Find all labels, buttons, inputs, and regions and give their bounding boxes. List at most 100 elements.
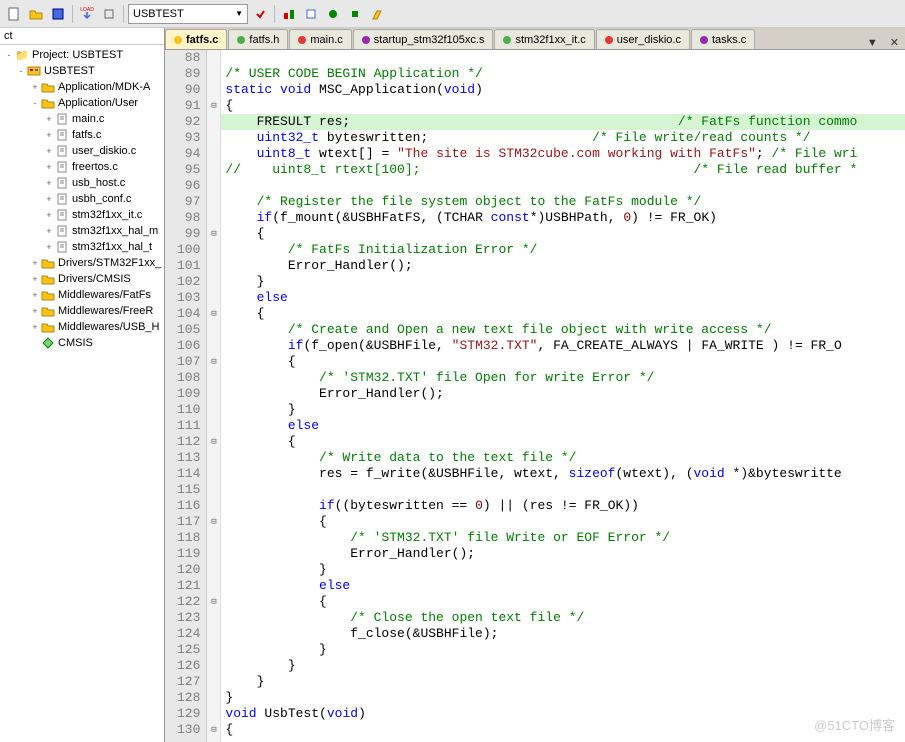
code-line[interactable]: Error_Handler(); [221, 546, 905, 562]
code-line[interactable]: { [221, 226, 905, 242]
code-line[interactable]: Error_Handler(); [221, 386, 905, 402]
code-line[interactable]: void UsbTest(void) [221, 706, 905, 722]
code-line[interactable]: { [221, 594, 905, 610]
expander-icon[interactable]: + [30, 322, 40, 332]
code-line[interactable] [221, 50, 905, 66]
batch-build-icon[interactable] [323, 4, 343, 24]
tree-item[interactable]: +main.c [2, 111, 162, 127]
code-line[interactable]: /* Register the file system object to th… [221, 194, 905, 210]
code-line[interactable]: Error_Handler(); [221, 258, 905, 274]
expander-icon[interactable]: + [30, 290, 40, 300]
code-line[interactable]: if(f_mount(&USBHFatFS, (TCHAR const*)USB… [221, 210, 905, 226]
tools-icon[interactable] [99, 4, 119, 24]
code-editor[interactable]: 8889909192939495969798991001011021031041… [165, 50, 905, 742]
expander-icon[interactable]: - [16, 66, 26, 76]
expander-icon[interactable]: - [4, 50, 14, 60]
code-line[interactable]: uint8_t wtext[] = "The site is STM32cube… [221, 146, 905, 162]
download-icon[interactable]: LOAD [77, 4, 97, 24]
target-combo[interactable]: USBTEST ▼ [128, 4, 248, 24]
expander-icon[interactable]: + [30, 82, 40, 92]
code-line[interactable]: } [221, 274, 905, 290]
fold-marker[interactable]: ⊟ [207, 722, 220, 738]
code-line[interactable]: static void MSC_Application(void) [221, 82, 905, 98]
open-icon[interactable] [26, 4, 46, 24]
tree-item[interactable]: +Drivers/STM32F1xx_ [2, 255, 162, 271]
stop-build-icon[interactable] [345, 4, 365, 24]
tree-target-root[interactable]: - USBTEST [2, 63, 162, 79]
tree-item[interactable]: +user_diskio.c [2, 143, 162, 159]
code-line[interactable]: } [221, 674, 905, 690]
tree-item[interactable]: +freertos.c [2, 159, 162, 175]
code-line[interactable]: res = f_write(&USBHFile, wtext, sizeof(w… [221, 466, 905, 482]
fold-marker[interactable]: ⊟ [207, 306, 220, 322]
expander-icon[interactable]: + [44, 114, 54, 124]
tree-item[interactable]: +fatfs.c [2, 127, 162, 143]
tree-item[interactable]: +Middlewares/FreeR [2, 303, 162, 319]
code-line[interactable]: if(f_open(&USBHFile, "STM32.TXT", FA_CRE… [221, 338, 905, 354]
fold-marker[interactable]: ⊟ [207, 354, 220, 370]
fold-marker[interactable]: ⊟ [207, 434, 220, 450]
tree-item[interactable]: +Application/MDK-A [2, 79, 162, 95]
code-line[interactable]: } [221, 402, 905, 418]
rebuild-icon[interactable] [301, 4, 321, 24]
code-line[interactable] [221, 178, 905, 194]
fold-column[interactable]: ⊟⊟⊟⊟⊟⊟⊟⊟ [207, 50, 221, 742]
expander-icon[interactable]: + [44, 146, 54, 156]
editor-tab[interactable]: main.c [289, 29, 351, 49]
expander-icon[interactable]: + [44, 162, 54, 172]
tree-item[interactable]: +Middlewares/USB_H [2, 319, 162, 335]
tree-item[interactable]: +Middlewares/FatFs [2, 287, 162, 303]
tree-item[interactable]: +usbh_conf.c [2, 191, 162, 207]
tree-item[interactable]: -Application/User [2, 95, 162, 111]
editor-tab[interactable]: stm32f1xx_it.c [494, 29, 594, 49]
code-line[interactable] [221, 482, 905, 498]
code-line[interactable]: /* 'STM32.TXT' file Open for write Error… [221, 370, 905, 386]
tree-item[interactable]: +usb_host.c [2, 175, 162, 191]
code-line[interactable]: } [221, 690, 905, 706]
expander-icon[interactable]: + [44, 242, 54, 252]
code-line[interactable]: else [221, 418, 905, 434]
code-line[interactable]: FRESULT res; /* FatFs function commo [221, 114, 905, 130]
expander-icon[interactable]: + [30, 274, 40, 284]
code-line[interactable]: /* FatFs Initialization Error */ [221, 242, 905, 258]
close-tab-icon[interactable]: ✕ [884, 36, 905, 49]
save-icon[interactable] [48, 4, 68, 24]
code-line[interactable]: if((byteswritten == 0) || (res != FR_OK)… [221, 498, 905, 514]
code-line[interactable]: /* Close the open text file */ [221, 610, 905, 626]
expander-icon[interactable]: + [44, 178, 54, 188]
fold-marker[interactable]: ⊟ [207, 98, 220, 114]
fold-marker[interactable]: ⊟ [207, 514, 220, 530]
code-line[interactable]: else [221, 290, 905, 306]
expander-icon[interactable]: + [30, 258, 40, 268]
expander-icon[interactable]: + [44, 194, 54, 204]
code-line[interactable]: /* Create and Open a new text file objec… [221, 322, 905, 338]
fold-marker[interactable]: ⊟ [207, 226, 220, 242]
code-line[interactable]: { [221, 514, 905, 530]
code-line[interactable]: /* 'STM32.TXT' file Write or EOF Error *… [221, 530, 905, 546]
tree-item[interactable]: +stm32f1xx_it.c [2, 207, 162, 223]
code-line[interactable]: { [221, 722, 905, 738]
flash-icon[interactable] [367, 4, 387, 24]
editor-tab[interactable]: tasks.c [691, 29, 755, 49]
code-content[interactable]: /* USER CODE BEGIN Application */static … [221, 50, 905, 742]
new-file-icon[interactable] [4, 4, 24, 24]
editor-tab[interactable]: user_diskio.c [596, 29, 690, 49]
code-line[interactable]: } [221, 642, 905, 658]
expander-icon[interactable]: + [30, 306, 40, 316]
editor-tab[interactable]: fatfs.h [228, 29, 288, 49]
code-line[interactable]: { [221, 306, 905, 322]
code-line[interactable]: { [221, 354, 905, 370]
code-line[interactable]: { [221, 98, 905, 114]
code-line[interactable]: { [221, 434, 905, 450]
expander-icon[interactable]: + [44, 130, 54, 140]
project-tree[interactable]: - 📁 Project: USBTEST - USBTEST +Applicat… [0, 45, 164, 742]
tree-item[interactable]: CMSIS [2, 335, 162, 351]
editor-tab[interactable]: startup_stm32f105xc.s [353, 29, 494, 49]
code-line[interactable]: /* USER CODE BEGIN Application */ [221, 66, 905, 82]
code-line[interactable]: uint32_t byteswritten; /* File write/rea… [221, 130, 905, 146]
build-icon[interactable] [279, 4, 299, 24]
code-line[interactable]: f_close(&USBHFile); [221, 626, 905, 642]
tree-item[interactable]: +stm32f1xx_hal_m [2, 223, 162, 239]
code-line[interactable]: } [221, 658, 905, 674]
code-line[interactable]: else [221, 578, 905, 594]
